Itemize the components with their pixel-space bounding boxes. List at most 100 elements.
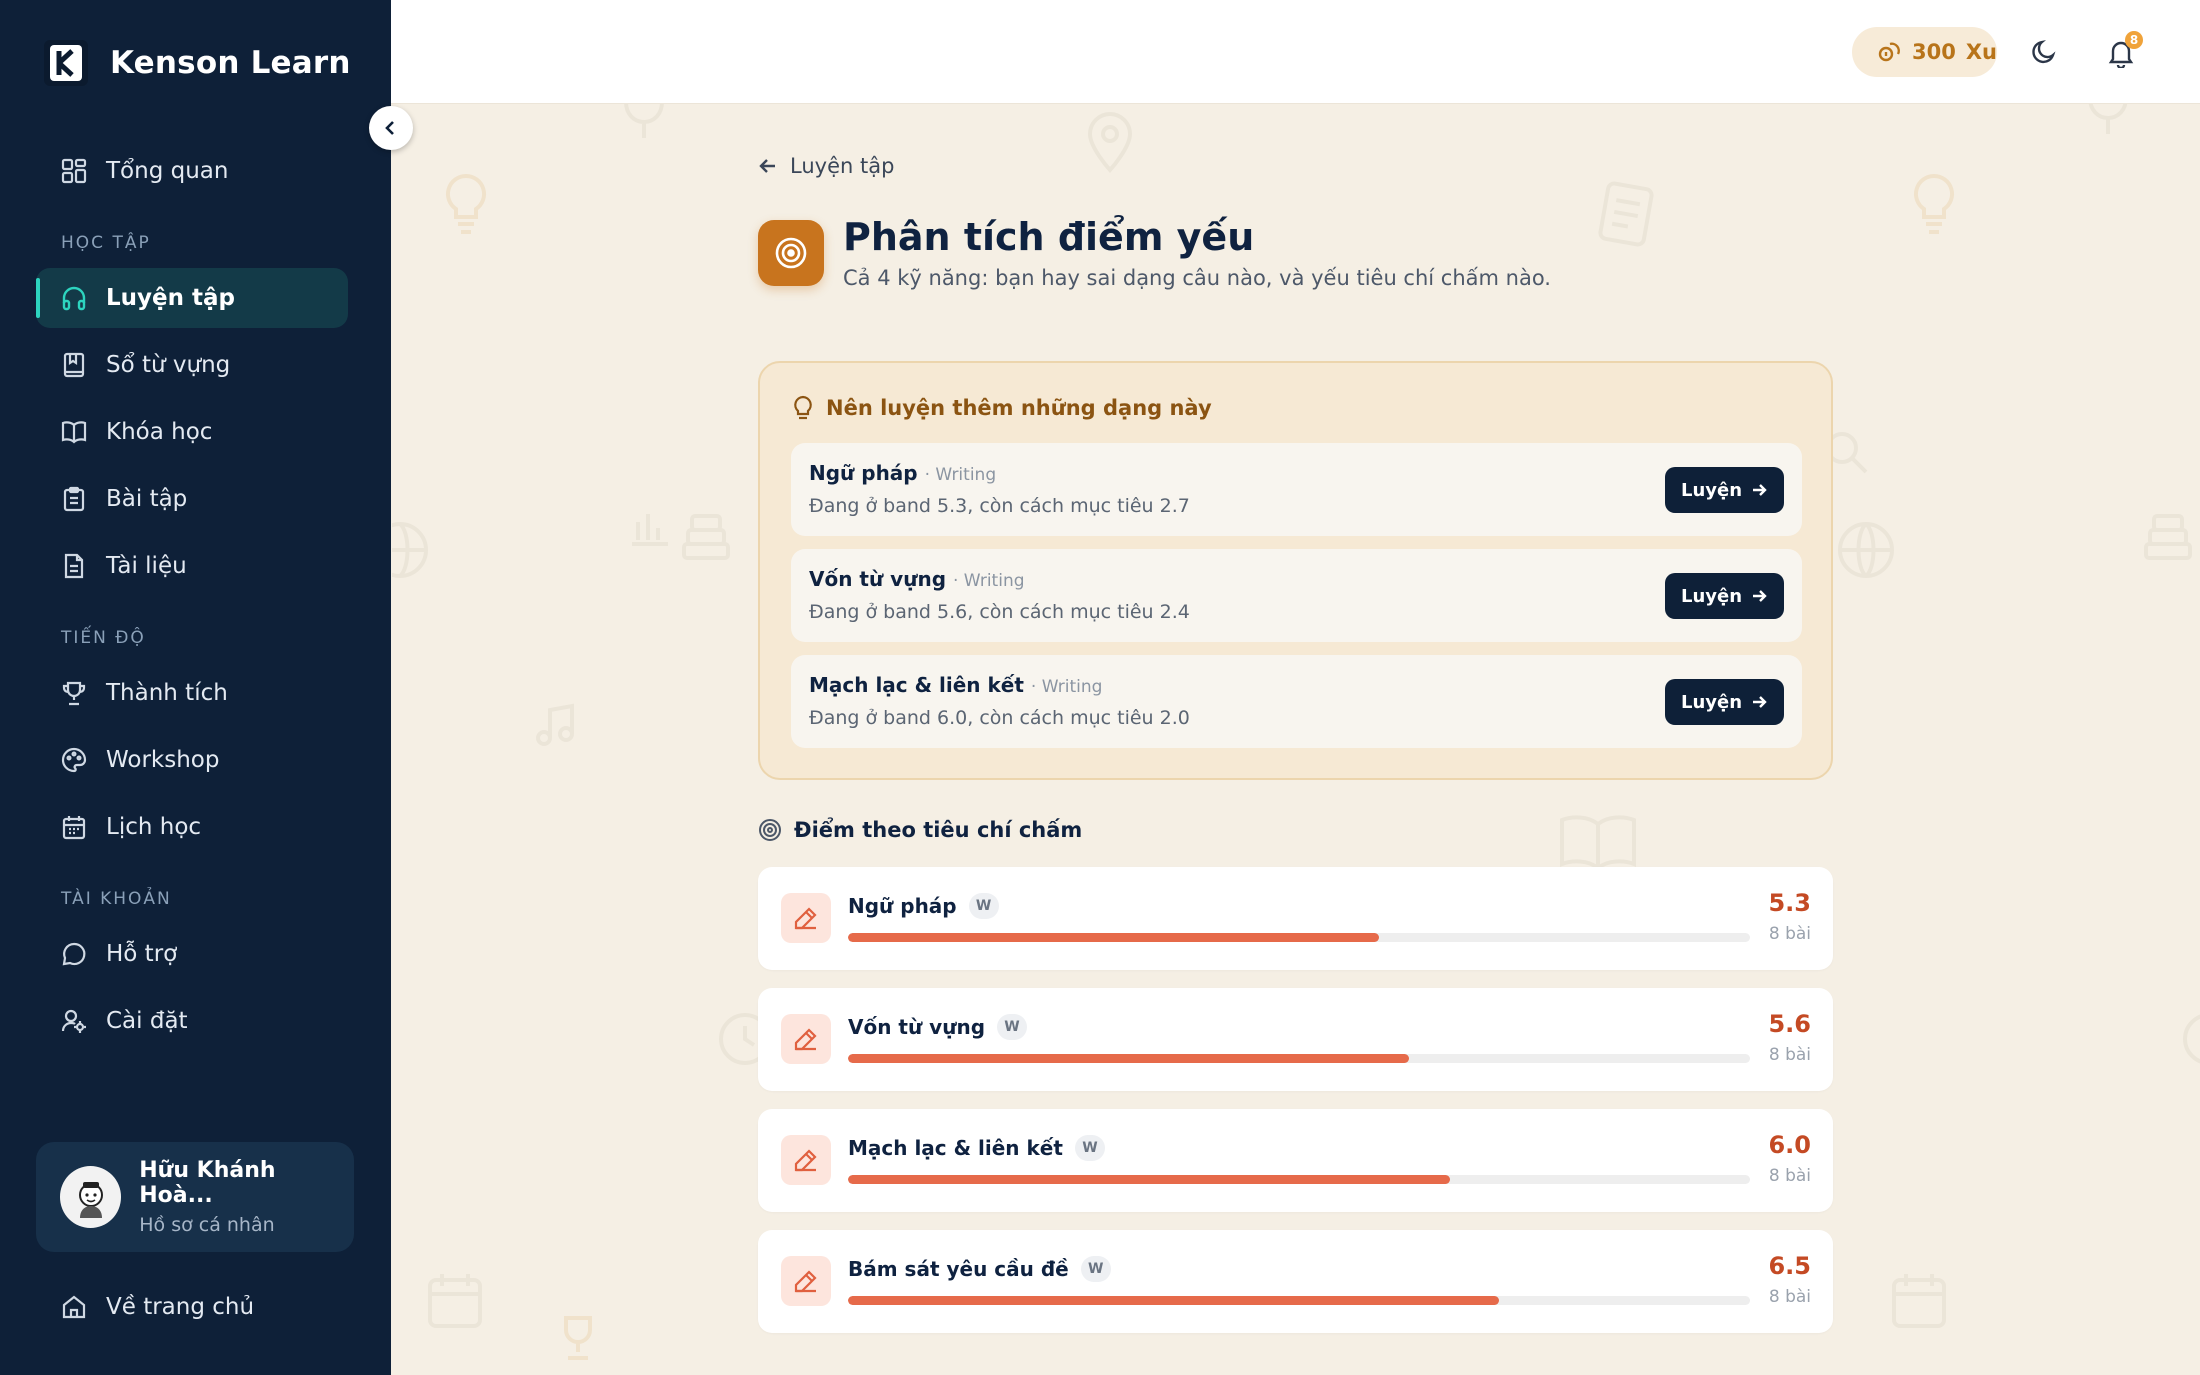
chat-bubble-icon (60, 940, 88, 968)
pin-doodle-icon (1087, 112, 1133, 173)
practice-button[interactable]: Luyện (1665, 573, 1784, 619)
sidebar-item-label: Thành tích (106, 680, 228, 706)
sidebar-item-vocabulary-notebook[interactable]: Sổ từ vựng (36, 335, 348, 395)
pencil-icon (781, 1256, 831, 1306)
calendar-doodle-icon (428, 1274, 482, 1328)
criterion-count: 8 bài (1768, 924, 1811, 944)
music-doodle-icon (536, 703, 574, 746)
arrow-left-icon (758, 156, 778, 176)
clock-doodle-icon (2183, 1014, 2200, 1064)
recommendation-description: Đang ở band 5.3, còn cách mục tiêu 2.7 (809, 495, 1190, 517)
page-title: Phân tích điểm yếu (843, 215, 1255, 259)
sidebar-item-documents[interactable]: Tài liệu (36, 536, 348, 596)
criterion-card[interactable]: Mạch lạc & liên kết W 6.0 8 bài (758, 1109, 1833, 1212)
criterion-score: 5.6 (1768, 1010, 1811, 1038)
globe-doodle-icon (1838, 522, 1894, 578)
nav-section-learning: HỌC TẬP (61, 233, 151, 253)
document-icon (60, 552, 88, 580)
score-bar-fill (848, 933, 1380, 942)
score-bar (848, 1175, 1750, 1184)
xu-balance-badge[interactable]: 300 Xu (1852, 27, 1997, 77)
score-bar-fill (848, 1054, 1410, 1063)
recommendation-title: Mạch lạc & liên kết · Writing (809, 673, 1102, 697)
trophy-doodle-icon (564, 1316, 592, 1360)
kenson-logo-icon (44, 40, 88, 86)
practice-button[interactable]: Luyện (1665, 679, 1784, 725)
practice-button-label: Luyện (1680, 479, 1743, 501)
sidebar-item-workshop[interactable]: Workshop (36, 730, 348, 790)
sidebar: Kenson Learn Tổng quan HỌC TẬP Luyện tập… (0, 0, 391, 1375)
theme-toggle-button[interactable] (2027, 35, 2061, 69)
recommendation-skill: · Writing (924, 465, 997, 485)
collapse-sidebar-button[interactable] (369, 106, 413, 150)
sidebar-item-overview[interactable]: Tổng quan (36, 141, 348, 201)
criterion-score: 6.5 (1768, 1252, 1811, 1280)
arrow-right-icon (1750, 481, 1768, 499)
open-book-icon (60, 418, 88, 446)
sidebar-item-label: Bài tập (106, 486, 188, 512)
notifications-button[interactable]: 8 (2103, 31, 2143, 71)
criterion-name-row: Vốn từ vựng W (848, 1014, 1028, 1040)
sidebar-item-assignments[interactable]: Bài tập (36, 469, 348, 529)
recommendation-title: Ngữ pháp · Writing (809, 461, 996, 485)
headphones-icon (60, 284, 88, 312)
trophy-icon (60, 679, 88, 707)
grid-icon (60, 157, 88, 185)
criterion-card[interactable]: Bám sát yêu cầu đề W 6.5 8 bài (758, 1230, 1833, 1333)
avatar (60, 1166, 122, 1228)
recommendation-item: Ngữ pháp · Writing Đang ở band 5.3, còn … (791, 443, 1802, 536)
practice-button-label: Luyện (1680, 691, 1743, 713)
user-profile-card[interactable]: Hữu Khánh Hoà... Hồ sơ cá nhân (36, 1142, 354, 1252)
sidebar-item-label: Khóa học (106, 419, 213, 445)
chart-doodle-icon (632, 514, 668, 546)
clipboard-icon (60, 485, 88, 513)
notification-count-badge: 8 (2125, 31, 2143, 49)
sidebar-item-label: Workshop (106, 747, 220, 773)
practice-button[interactable]: Luyện (1665, 467, 1784, 513)
calendar-doodle-icon (1892, 1274, 1946, 1328)
score-bar-fill (848, 1296, 1500, 1305)
criterion-card[interactable]: Ngữ pháp W 5.3 8 bài (758, 867, 1833, 970)
criterion-name-row: Ngữ pháp W (848, 893, 999, 919)
home-icon (60, 1293, 88, 1321)
sidebar-item-label: Hỗ trợ (106, 941, 178, 967)
recommendation-description: Đang ở band 6.0, còn cách mục tiêu 2.0 (809, 707, 1190, 729)
criterion-score: 5.3 (1768, 889, 1811, 917)
skill-tag: W (968, 893, 999, 919)
criteria-heading-text: Điểm theo tiêu chí chấm (794, 818, 1083, 842)
criterion-score: 6.0 (1768, 1131, 1811, 1159)
sidebar-item-settings[interactable]: Cài đặt (36, 991, 348, 1051)
sidebar-item-practice[interactable]: Luyện tập (36, 268, 348, 328)
pencil-icon (781, 1014, 831, 1064)
back-to-home-link[interactable]: Về trang chủ (36, 1277, 254, 1337)
recommendation-name: Mạch lạc & liên kết (809, 673, 1024, 697)
home-link-label: Về trang chủ (106, 1294, 255, 1320)
sidebar-item-achievements[interactable]: Thành tích (36, 663, 348, 723)
open-book-doodle-icon (1560, 815, 1636, 870)
criterion-name: Vốn từ vựng (848, 1015, 986, 1039)
recommendation-title: Vốn từ vựng · Writing (809, 567, 1025, 591)
app-name: Kenson Learn (110, 45, 351, 81)
recommendation-skill: · Writing (952, 571, 1025, 591)
criterion-name-row: Bám sát yêu cầu đề W (848, 1256, 1111, 1282)
pencil-icon (781, 1135, 831, 1185)
topbar: 300 Xu 8 (391, 0, 2200, 104)
criterion-card[interactable]: Vốn từ vựng W 5.6 8 bài (758, 988, 1833, 1091)
criterion-name: Bám sát yêu cầu đề (848, 1257, 1069, 1281)
recommendations-panel: Nên luyện thêm những dạng này Ngữ pháp ·… (758, 361, 1833, 780)
criteria-heading: Điểm theo tiêu chí chấm (758, 818, 1082, 842)
bookmark-book-icon (60, 351, 88, 379)
practice-button-label: Luyện (1680, 585, 1743, 607)
sidebar-item-schedule[interactable]: Lịch học (36, 797, 348, 857)
document-doodle-icon (1598, 181, 1654, 247)
globe-doodle-icon (392, 522, 428, 578)
target-icon (758, 220, 824, 286)
sidebar-item-courses[interactable]: Khóa học (36, 402, 348, 462)
criterion-name: Mạch lạc & liên kết (848, 1136, 1063, 1160)
xu-unit: Xu (1965, 40, 1997, 64)
back-to-practice-link[interactable]: Luyện tập (758, 154, 894, 178)
criterion-count: 8 bài (1768, 1166, 1811, 1186)
brand[interactable]: Kenson Learn (44, 40, 351, 86)
sidebar-item-support[interactable]: Hỗ trợ (36, 924, 348, 984)
criterion-count: 8 bài (1768, 1045, 1811, 1065)
